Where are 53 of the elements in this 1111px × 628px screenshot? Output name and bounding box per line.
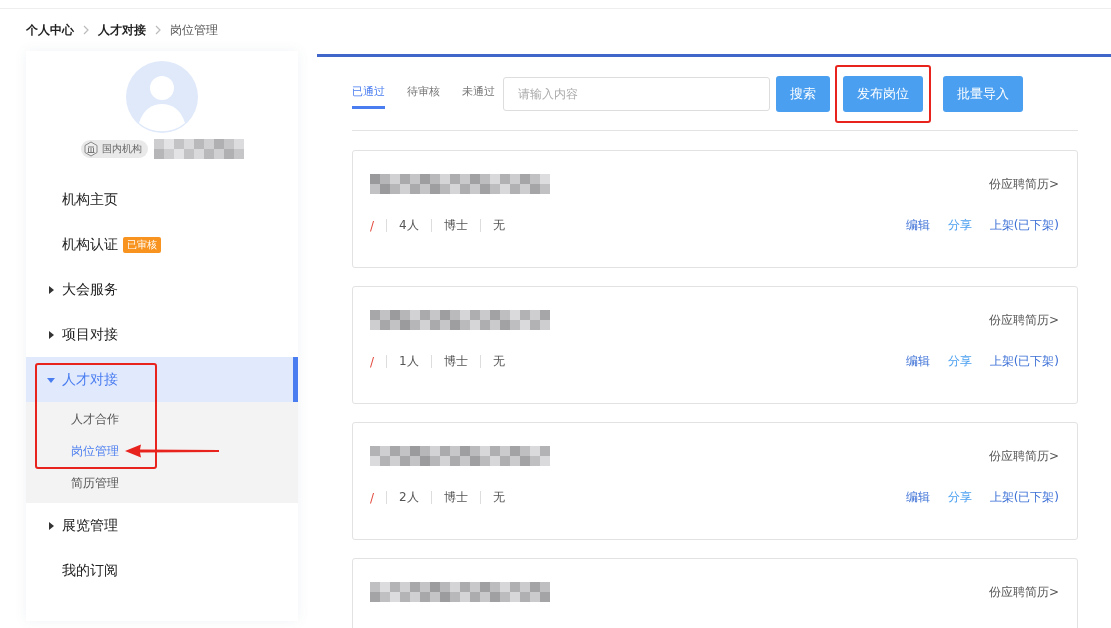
job-detail: 博士 xyxy=(443,353,468,370)
action-link[interactable]: 上架(已下架) xyxy=(989,217,1059,234)
job-detail: / xyxy=(370,218,375,233)
job-detail: / xyxy=(370,490,375,505)
action-link[interactable]: 编辑 xyxy=(905,353,930,370)
menu-item[interactable]: 项目对接 xyxy=(26,312,118,357)
action-link[interactable]: 编辑 xyxy=(905,489,930,506)
action-link[interactable]: 上架(已下架) xyxy=(989,489,1059,506)
chevron-icon xyxy=(155,25,161,35)
action-link[interactable]: 编辑 xyxy=(905,217,930,234)
avatar-icon xyxy=(126,61,198,133)
job-detail: 4人 xyxy=(399,217,419,234)
status-badge: 已审核 xyxy=(123,236,161,253)
tab[interactable]: 已通过 xyxy=(352,84,385,109)
search-field[interactable]: 请输入内容 xyxy=(503,77,770,111)
menu-item[interactable]: 机构认证 xyxy=(26,222,118,267)
tab[interactable]: 待审核 xyxy=(407,84,440,109)
action-button[interactable]: 搜索 xyxy=(776,76,830,112)
action-link[interactable]: 分享 xyxy=(947,353,972,370)
resume-link[interactable]: 份应聘简历> xyxy=(988,583,1059,601)
resume-link[interactable]: 份应聘简历> xyxy=(988,175,1059,193)
job-detail: 1人 xyxy=(399,353,419,370)
breadcrumb-link[interactable]: 人才对接 xyxy=(98,21,146,39)
job-detail: 博士 xyxy=(443,489,468,506)
menu-item[interactable]: 大会服务 xyxy=(26,267,118,312)
action-button[interactable]: 批量导入 xyxy=(943,76,1023,112)
job-detail: 2人 xyxy=(399,489,419,506)
action-button[interactable]: 发布岗位 xyxy=(843,76,923,112)
job-detail: 无 xyxy=(492,217,505,234)
action-link[interactable]: 分享 xyxy=(947,489,972,506)
menu-item[interactable]: 展览管理 xyxy=(26,503,118,548)
caret-right-icon xyxy=(47,330,55,339)
job-detail: 无 xyxy=(492,353,505,370)
menu-item[interactable]: 我的订阅 xyxy=(26,548,118,593)
job-detail: / xyxy=(370,354,375,369)
action-link[interactable]: 上架(已下架) xyxy=(989,353,1059,370)
tab[interactable]: 未通过 xyxy=(462,84,495,109)
resume-link[interactable]: 份应聘简历> xyxy=(988,447,1059,465)
submenu-item[interactable]: 人才合作 xyxy=(71,410,119,428)
breadcrumb-link[interactable]: 个人中心 xyxy=(26,21,74,39)
caret-down-icon xyxy=(47,375,55,384)
action-link[interactable]: 分享 xyxy=(947,217,972,234)
menu-item[interactable]: 机构主页 xyxy=(26,177,118,222)
caret-right-icon xyxy=(47,521,55,530)
job-detail: 博士 xyxy=(443,217,468,234)
breadcrumb-link[interactable]: 岗位管理 xyxy=(170,21,218,39)
org-type-label: 国内机构 xyxy=(101,142,142,156)
job-detail: 无 xyxy=(492,489,505,506)
caret-right-icon xyxy=(47,285,55,294)
resume-link[interactable]: 份应聘简历> xyxy=(988,311,1059,329)
submenu-item[interactable]: 岗位管理 xyxy=(71,442,119,460)
chevron-icon xyxy=(83,25,89,35)
submenu-item[interactable]: 简历管理 xyxy=(71,474,119,492)
